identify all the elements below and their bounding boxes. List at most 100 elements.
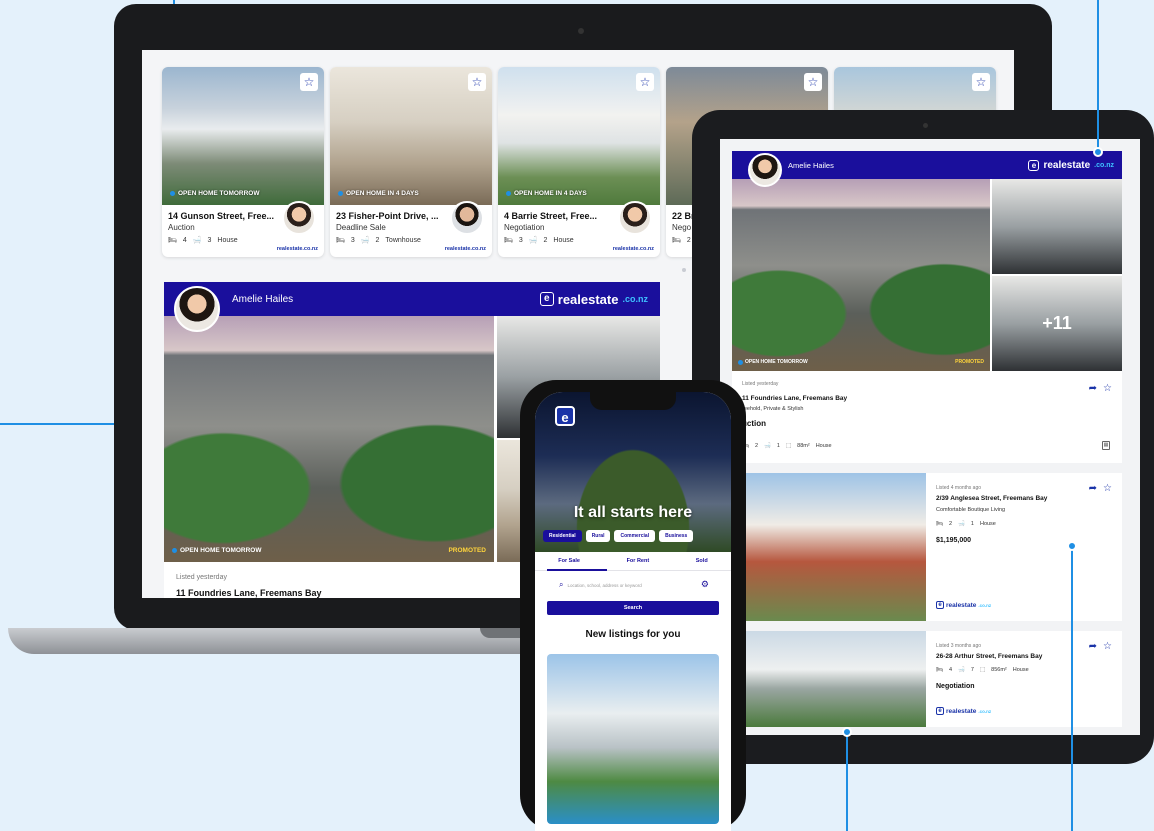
bed-icon: 🛏: [672, 237, 681, 244]
promoted-label: PROMOTED: [448, 547, 486, 554]
tab-sold[interactable]: Sold: [696, 558, 708, 564]
agent-name: Amelie Hailes: [232, 293, 294, 305]
search-placeholder: Location, school, address or keyword: [567, 582, 642, 588]
listing-actions: ➦ ☆: [1089, 383, 1112, 394]
share-icon[interactable]: ➦: [1089, 641, 1097, 652]
listing-photo-secondary[interactable]: [992, 179, 1122, 274]
star-icon[interactable]: ☆: [468, 73, 486, 91]
bed-icon: 🛏: [504, 237, 513, 244]
bed-icon: 🛏: [336, 237, 345, 244]
section-title: New listings for you: [585, 629, 681, 640]
star-icon[interactable]: ☆: [1103, 483, 1112, 494]
laptop-camera: [578, 28, 584, 34]
bath-icon: 🛁: [360, 237, 370, 244]
listing-address: 2/39 Anglesea Street, Freemans Bay: [936, 495, 1048, 502]
listing-photo[interactable]: [744, 631, 926, 727]
listed-date: Listed 3 months ago: [936, 643, 982, 649]
hero-title: It all starts here: [573, 504, 693, 521]
carousel-dot[interactable]: [682, 268, 686, 272]
callout-dot-bottom: [842, 727, 852, 737]
active-tab-indicator: [547, 569, 607, 571]
tablet-screen: Amelie Hailes e realestate .co.nz OPEN HO…: [720, 139, 1140, 735]
search-input[interactable]: ⌕ Location, school, address or keyword: [559, 580, 642, 590]
realestate-logo: e realestate .co.nz: [936, 601, 991, 609]
open-home-badge: OPEN HOME TOMORROW: [738, 359, 808, 365]
listed-date: Listed yesterday: [176, 574, 227, 581]
open-home-badge: OPEN HOME IN 4 DAYS: [338, 190, 419, 197]
logo-icon: e: [1028, 159, 1040, 171]
realestate-logo: e realestate .co.nz: [1028, 159, 1114, 171]
bath-icon: 🛁: [764, 443, 771, 449]
listing-subtitle: Comfortable Boutique Living: [936, 507, 1006, 513]
listing-photo-main[interactable]: OPEN HOME TOMORROW PROMOTED: [164, 316, 494, 562]
land-area-icon: ⬚: [785, 443, 792, 449]
listing-card[interactable]: ☆ OPEN HOME TOMORROW 14 Gunson Street, F…: [162, 67, 324, 257]
star-icon[interactable]: ☆: [972, 73, 990, 91]
logo-icon: e: [539, 292, 554, 306]
segment-commercial[interactable]: Commercial: [614, 530, 656, 542]
segment-business[interactable]: Business: [659, 530, 694, 542]
land-area-icon: ⬚: [979, 667, 986, 673]
segment-rural[interactable]: Rural: [585, 530, 611, 542]
listing-card[interactable]: ☆ OPEN HOME IN 4 DAYS 4 Barrie Street, F…: [498, 67, 660, 257]
calculator-icon[interactable]: ▦: [1102, 441, 1110, 450]
callout-line-bottom: [846, 736, 848, 831]
hero-image: e It all starts here Residential Rural C…: [535, 392, 731, 552]
listing-subtitle: reehold, Private & Stylish: [742, 406, 804, 412]
star-icon[interactable]: ☆: [1103, 641, 1112, 652]
promoted-label: PROMOTED: [955, 359, 984, 365]
segment-residential[interactable]: Residential: [543, 530, 582, 542]
listing-photo: ☆ OPEN HOME IN 4 DAYS: [498, 67, 660, 205]
listing-title: 4 Barrie Street, Free...: [504, 211, 598, 221]
agent-avatar: [618, 201, 652, 235]
search-button[interactable]: Search: [547, 601, 719, 615]
listing-card[interactable]: Listed 3 months ago 26-28 Arthur Street,…: [732, 631, 1122, 727]
callout-line-top-right: [1097, 0, 1099, 150]
listing-type-tabs: For Sale For Rent Sold: [535, 558, 731, 564]
listing-actions: ➦ ☆: [1089, 641, 1112, 652]
filter-icon[interactable]: ⚙: [701, 579, 709, 590]
star-icon[interactable]: ☆: [636, 73, 654, 91]
open-home-badge: OPEN HOME TOMORROW: [170, 190, 260, 197]
listing-photo-main[interactable]: OPEN HOME TOMORROW PROMOTED: [732, 179, 990, 371]
agent-avatar: [748, 153, 782, 187]
promoted-listing[interactable]: Amelie Hailes e realestate .co.nz OPEN HO…: [732, 151, 1122, 463]
promo-header: Amelie Hailes e realestate .co.nz: [164, 282, 660, 316]
listing-address: 11 Foundries Lane, Freemans Bay: [176, 588, 322, 598]
listing-photo: ☆ OPEN HOME TOMORROW: [162, 67, 324, 205]
listed-date: Listed yesterday: [742, 381, 779, 387]
star-icon[interactable]: ☆: [300, 73, 318, 91]
share-icon[interactable]: ➦: [1089, 383, 1097, 394]
bath-icon: 🛁: [958, 667, 965, 673]
realestate-logo: e realestate .co.nz: [936, 707, 991, 715]
realestate-logo: realestate.co.nz: [276, 246, 318, 252]
callout-dot-top-right: [1093, 147, 1103, 157]
realestate-logo-icon[interactable]: e: [555, 406, 575, 426]
open-home-badge: OPEN HOME IN 4 DAYS: [506, 190, 587, 197]
listing-address: 11 Foundries Lane, Freemans Bay: [742, 395, 848, 402]
realestate-logo: realestate.co.nz: [612, 246, 654, 252]
tab-for-sale[interactable]: For Sale: [558, 558, 580, 564]
listing-title: 14 Gunson Street, Free...: [168, 211, 275, 221]
share-icon[interactable]: ➦: [1089, 483, 1097, 494]
listing-features: 🛏 2 🛁 1 House: [936, 521, 996, 527]
open-home-badge: OPEN HOME TOMORROW: [172, 547, 262, 554]
agent-avatar: [282, 201, 316, 235]
agent-name: Amelie Hailes: [788, 160, 834, 170]
listing-photo: ☆ OPEN HOME IN 4 DAYS: [330, 67, 492, 205]
bed-icon: 🛏: [168, 237, 177, 244]
star-icon[interactable]: ☆: [1103, 383, 1112, 394]
listing-photo[interactable]: [547, 654, 719, 824]
star-icon[interactable]: ☆: [804, 73, 822, 91]
more-photos-button[interactable]: +11: [992, 276, 1122, 371]
listing-card[interactable]: ☆ OPEN HOME IN 4 DAYS 23 Fisher-Point Dr…: [330, 67, 492, 257]
agent-avatar: [174, 286, 220, 332]
listing-photo[interactable]: [744, 473, 926, 621]
listing-card[interactable]: Listed 4 months ago 2/39 Anglesea Street…: [732, 473, 1122, 621]
bath-icon: 🛁: [958, 521, 965, 527]
realestate-logo: e realestate .co.nz: [539, 292, 648, 307]
listing-actions: ➦ ☆: [1089, 483, 1112, 494]
tab-for-rent[interactable]: For Rent: [627, 558, 650, 564]
phone-notch: [590, 392, 676, 410]
callout-dot-right: [1067, 541, 1077, 551]
